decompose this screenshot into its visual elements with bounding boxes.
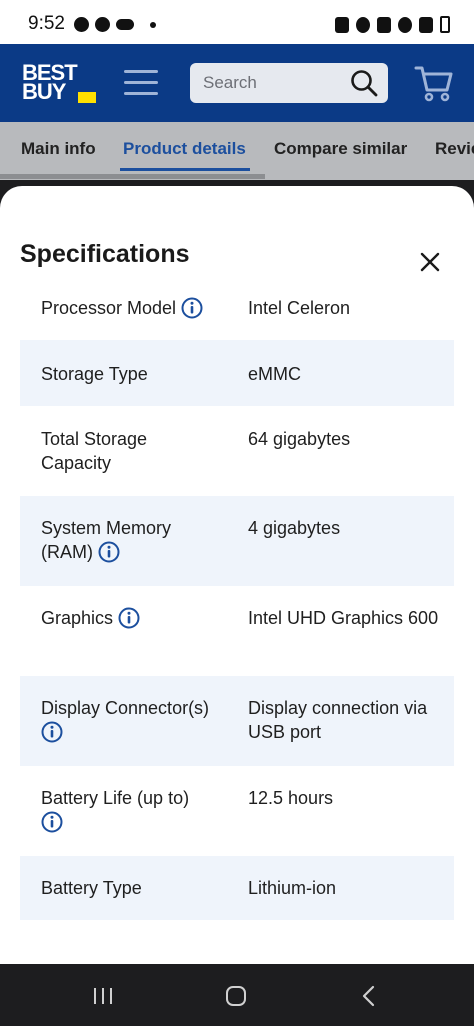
spec-row-system-memory: System Memory (RAM) 4 gigabytes (20, 496, 454, 586)
search-bar[interactable] (190, 63, 388, 103)
chrome-icon (74, 17, 89, 32)
spec-label: Total Storage Capacity (41, 429, 148, 473)
spec-value: Display connection via USB port (248, 698, 428, 742)
tab-reviews[interactable]: Revie (435, 139, 474, 159)
spec-label: Display Connector(s) (41, 696, 211, 744)
alarm-icon (356, 16, 370, 33)
spec-row-battery-life: Battery Life (up to) 12.5 hours (20, 766, 454, 856)
logo-tag-icon (78, 92, 96, 103)
tab-compare-similar[interactable]: Compare similar (274, 139, 407, 159)
more-notifications-icon (150, 21, 156, 28)
spec-label: Battery Life (up to) (41, 786, 216, 834)
recent-apps-icon[interactable] (90, 984, 116, 1008)
info-icon[interactable] (118, 607, 140, 629)
site-header: BEST BUY (0, 44, 474, 122)
spec-label: Graphics (41, 606, 216, 630)
spec-value: Intel Celeron (248, 298, 351, 318)
cart-icon[interactable] (414, 64, 454, 102)
spec-value: 4 gigabytes (248, 518, 341, 538)
search-icon[interactable] (350, 69, 378, 97)
notification-icons (74, 17, 156, 32)
info-icon[interactable] (41, 811, 63, 833)
battery-icon (440, 16, 450, 33)
spec-value: 64 gigabytes (248, 429, 351, 449)
spec-value: 12.5 hours (248, 788, 334, 808)
spec-row-graphics: Graphics Intel UHD Graphics 600 (20, 586, 454, 676)
tab-main-info[interactable]: Main info (21, 139, 96, 159)
logo-text-line2: BUY (22, 79, 66, 104)
specifications-sheet: Specifications Processor Model Intel Cel… (0, 186, 474, 964)
spec-label: Processor Model (41, 296, 216, 320)
info-icon[interactable] (98, 541, 120, 563)
back-icon[interactable] (356, 984, 382, 1008)
best-buy-logo[interactable]: BEST BUY (20, 60, 96, 106)
spec-value: Intel UHD Graphics 600 (248, 608, 439, 628)
close-icon[interactable] (412, 244, 448, 280)
tab-product-details[interactable]: Product details (123, 139, 246, 159)
signal-icon (419, 16, 433, 33)
system-navigation-bar (0, 964, 474, 1026)
chrome-icon (95, 17, 110, 32)
spec-label: Storage Type (41, 364, 148, 384)
section-tabs: Main info Product details Compare simila… (0, 122, 474, 180)
info-icon[interactable] (181, 297, 203, 319)
active-tab-indicator (120, 168, 250, 171)
status-bar: 9:52 (0, 0, 474, 44)
wifi-icon (398, 16, 412, 33)
spec-label: Battery Type (41, 878, 142, 898)
mute-icon (377, 16, 391, 33)
tabs-scrollbar[interactable] (0, 174, 265, 179)
cloud-icon (116, 19, 134, 30)
status-time: 9:52 (28, 13, 65, 34)
spec-label: System Memory (RAM) (41, 518, 172, 563)
search-input[interactable] (190, 63, 340, 103)
spec-value: eMMC (248, 364, 301, 384)
info-icon[interactable] (41, 721, 63, 743)
spec-row-battery-type: Battery Type Lithium-ion (20, 856, 454, 920)
system-icons (335, 16, 450, 33)
nfc-icon (335, 16, 349, 33)
spec-value: Lithium-ion (248, 878, 337, 898)
spec-row-total-storage-capacity: Total Storage Capacity 64 gigabytes (20, 406, 454, 496)
hamburger-menu-icon[interactable] (124, 68, 160, 98)
spec-row-storage-type: Storage Type eMMC (20, 340, 454, 406)
sheet-title: Specifications (20, 240, 190, 268)
home-icon[interactable] (223, 984, 249, 1008)
spec-row-processor-model: Processor Model Intel Celeron (20, 286, 454, 338)
spec-row-display-connectors: Display Connector(s) Display connection … (20, 676, 454, 766)
